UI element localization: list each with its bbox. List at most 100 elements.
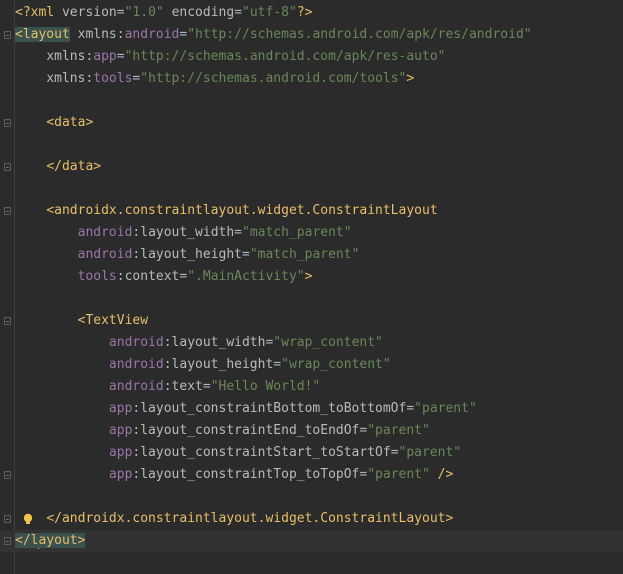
code-line-text: app:layout_constraintTop_toTopOf="parent… bbox=[15, 464, 453, 486]
code-token: app bbox=[108, 423, 133, 438]
code-line[interactable]: app:layout_constraintStart_toStartOf="pa… bbox=[0, 442, 623, 464]
code-line-text: xmlns:tools="http://schemas.android.com/… bbox=[15, 68, 414, 90]
code-line[interactable]: <?xml version="1.0" encoding="utf-8"?> bbox=[0, 2, 623, 24]
code-line[interactable]: </data> bbox=[0, 156, 623, 178]
code-line[interactable] bbox=[0, 90, 623, 112]
code-token: > bbox=[406, 71, 415, 86]
code-token: = bbox=[116, 5, 125, 20]
code-token: android bbox=[108, 357, 164, 372]
code-token: = bbox=[406, 401, 415, 416]
code-token: ?> bbox=[296, 5, 313, 20]
fold-marker-icon[interactable] bbox=[4, 31, 11, 39]
code-token: = bbox=[273, 357, 282, 372]
code-line-text: android:layout_width="match_parent" bbox=[15, 222, 352, 244]
code-line[interactable]: <data> bbox=[0, 112, 623, 134]
code-line[interactable]: <androidx.constraintlayout.widget.Constr… bbox=[0, 200, 623, 222]
code-token: "http://schemas.android.com/apk/res/andr… bbox=[187, 27, 532, 42]
code-line-text: app:layout_constraintEnd_toEndOf="parent… bbox=[15, 420, 430, 442]
code-line[interactable]: app:layout_constraintEnd_toEndOf="parent… bbox=[0, 420, 623, 442]
code-line[interactable] bbox=[0, 486, 623, 508]
code-line[interactable]: <layout xmlns:android="http://schemas.an… bbox=[0, 24, 623, 46]
code-line-text: android:text="Hello World!" bbox=[15, 376, 320, 398]
fold-marker-icon[interactable] bbox=[4, 163, 11, 171]
code-token: "wrap_content" bbox=[281, 357, 391, 372]
code-token: <data> bbox=[46, 115, 94, 130]
code-token: android bbox=[124, 27, 180, 42]
fold-marker-icon[interactable] bbox=[4, 119, 11, 127]
code-token: "parent" bbox=[367, 467, 430, 482]
code-line-text: </layout> bbox=[15, 530, 86, 552]
code-line-text: </androidx.constraintlayout.widget.Const… bbox=[15, 508, 453, 530]
code-token: = bbox=[234, 225, 242, 240]
code-token: </data> bbox=[46, 159, 102, 174]
code-token: app bbox=[108, 445, 133, 460]
code-token: > bbox=[304, 269, 313, 284]
code-line-text: xmlns:app="http://schemas.android.com/ap… bbox=[15, 46, 445, 68]
code-line-text: <TextView bbox=[15, 310, 148, 332]
fold-marker-icon[interactable] bbox=[4, 207, 11, 215]
code-token: = bbox=[390, 445, 399, 460]
code-line-text: <?xml version="1.0" encoding="utf-8"?> bbox=[15, 2, 312, 24]
code-token: ayout> bbox=[38, 533, 86, 548]
code-line[interactable]: app:layout_constraintTop_toTopOf="parent… bbox=[0, 464, 623, 486]
fold-marker-icon[interactable] bbox=[4, 471, 11, 479]
code-line-text: <androidx.constraintlayout.widget.Constr… bbox=[15, 200, 438, 222]
code-line[interactable]: </androidx.constraintlayout.widget.Const… bbox=[0, 508, 623, 530]
code-line[interactable]: </layout> bbox=[0, 530, 623, 552]
code-token: android bbox=[108, 379, 164, 394]
fold-marker-icon[interactable] bbox=[4, 537, 11, 545]
code-line[interactable]: android:layout_height="match_parent" bbox=[0, 244, 623, 266]
code-line[interactable]: android:text="Hello World!" bbox=[0, 376, 623, 398]
code-line[interactable] bbox=[0, 178, 623, 200]
code-token: :layout_constraintBottom_toBottomOf bbox=[132, 401, 407, 416]
code-line[interactable]: xmlns:tools="http://schemas.android.com/… bbox=[0, 68, 623, 90]
code-line[interactable]: <TextView bbox=[0, 310, 623, 332]
code-token: tools bbox=[77, 269, 117, 284]
code-token: ".MainActivity" bbox=[187, 269, 305, 284]
code-line-text: </data> bbox=[15, 156, 101, 178]
code-token: <androidx.constraintlayout.widget.Constr… bbox=[46, 203, 438, 218]
code-line-text: tools:context=".MainActivity"> bbox=[15, 266, 313, 288]
code-line[interactable]: android:layout_width="wrap_content" bbox=[0, 332, 623, 354]
code-line[interactable]: xmlns:app="http://schemas.android.com/ap… bbox=[0, 46, 623, 68]
code-token: <TextView bbox=[77, 313, 149, 328]
code-line[interactable]: android:layout_height="wrap_content" bbox=[0, 354, 623, 376]
fold-marker-icon[interactable] bbox=[4, 317, 11, 325]
code-token: version bbox=[61, 5, 117, 20]
code-line-text: app:layout_constraintStart_toStartOf="pa… bbox=[15, 442, 461, 464]
code-token: android bbox=[77, 225, 133, 240]
code-line-text: app:layout_constraintBottom_toBottomOf="… bbox=[15, 398, 477, 420]
code-token: "Hello World!" bbox=[210, 379, 321, 394]
code-line[interactable] bbox=[0, 134, 623, 156]
code-token: "match_parent" bbox=[249, 247, 360, 262]
code-token: xmlns: bbox=[77, 27, 125, 42]
code-token: android bbox=[108, 335, 164, 350]
fold-marker-icon[interactable] bbox=[4, 515, 11, 523]
code-token: tools bbox=[93, 71, 133, 86]
code-editor[interactable]: <?xml version="1.0" encoding="utf-8"?> <l… bbox=[0, 0, 623, 574]
code-token: /> bbox=[437, 467, 454, 482]
code-line[interactable]: app:layout_constraintBottom_toBottomOf="… bbox=[0, 398, 623, 420]
code-area[interactable]: <?xml version="1.0" encoding="utf-8"?> <l… bbox=[0, 2, 623, 552]
code-line[interactable]: tools:context=".MainActivity"> bbox=[0, 266, 623, 288]
code-token: "parent" bbox=[414, 401, 477, 416]
code-token: android bbox=[77, 247, 133, 262]
code-token: app bbox=[108, 401, 133, 416]
code-line[interactable]: android:layout_width="match_parent" bbox=[0, 222, 623, 244]
code-token: :layout_height bbox=[163, 357, 274, 372]
code-token: "match_parent" bbox=[242, 225, 352, 240]
code-token: app bbox=[108, 467, 133, 482]
code-line[interactable] bbox=[0, 288, 623, 310]
